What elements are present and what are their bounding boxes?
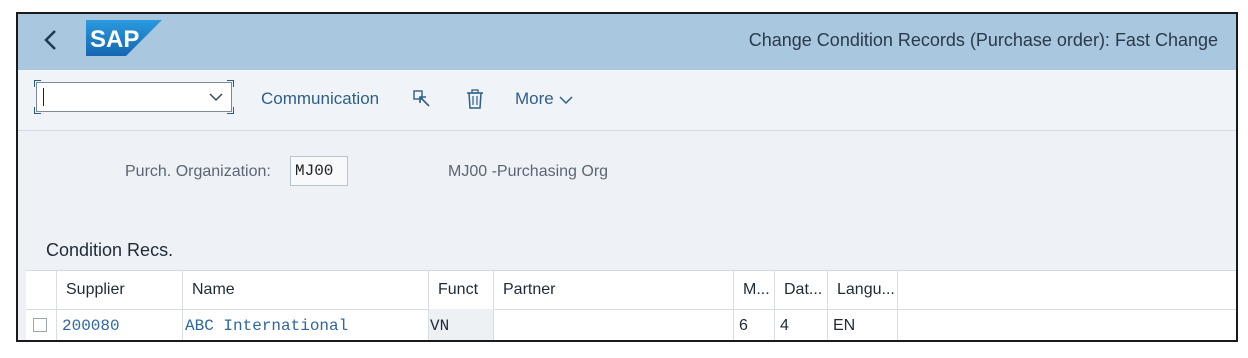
purch-org-label: Purch. Organization:: [125, 163, 271, 180]
cell-m[interactable]: 6: [734, 309, 775, 340]
command-field[interactable]: [34, 80, 234, 114]
chevron-down-icon: [559, 95, 573, 104]
cursor-select-icon[interactable]: [411, 88, 433, 110]
purch-org-field[interactable]: MJ00: [290, 156, 348, 186]
toolbar: Communication More: [18, 70, 1236, 131]
cell-dat[interactable]: 4: [775, 309, 828, 340]
svg-text:SAP: SAP: [90, 26, 139, 53]
more-label: More: [515, 89, 554, 108]
cell-funct: VN: [429, 309, 494, 340]
purch-org-description: MJ00 -Purchasing Org: [448, 163, 609, 180]
trash-icon[interactable]: [464, 88, 486, 110]
table-header: Supplier Name Funct Partner M... Dat... …: [26, 271, 1236, 310]
focus-corner: [34, 80, 41, 87]
column-header-langu[interactable]: Langu...: [828, 271, 898, 309]
section-title: Condition Recs.: [46, 240, 174, 260]
table-row[interactable]: 200080 ABC International VN 6 4 EN: [26, 309, 1236, 340]
sap-logo: SAP: [86, 20, 162, 56]
focus-corner: [34, 107, 41, 114]
cell-name[interactable]: ABC International: [183, 309, 429, 340]
column-header-supplier[interactable]: Supplier: [57, 271, 183, 309]
communication-button[interactable]: Communication: [261, 89, 379, 109]
page-title: Change Condition Records (Purchase order…: [748, 30, 1218, 50]
column-header-funct[interactable]: Funct: [429, 271, 494, 309]
shell-bar: SAP Change Condition Records (Purchase o…: [18, 14, 1236, 70]
row-selector[interactable]: [26, 309, 57, 340]
column-header-partner[interactable]: Partner: [494, 271, 734, 309]
column-header-m[interactable]: M...: [734, 271, 775, 309]
focus-corner: [227, 80, 234, 87]
column-header-name[interactable]: Name: [183, 271, 429, 309]
focus-corner: [227, 107, 234, 114]
select-all-column[interactable]: [26, 271, 57, 309]
row-checkbox[interactable]: [33, 318, 47, 332]
back-button[interactable]: [36, 27, 66, 57]
app-window: SAP Change Condition Records (Purchase o…: [16, 12, 1238, 342]
cell-langu[interactable]: EN: [828, 309, 898, 340]
cell-partner[interactable]: [494, 309, 734, 340]
condition-records-table: Supplier Name Funct Partner M... Dat... …: [26, 270, 1236, 340]
column-header-dat[interactable]: Dat...: [775, 271, 828, 309]
text-caret: [43, 88, 44, 106]
chevron-left-icon: [44, 30, 56, 50]
cell-supplier[interactable]: 200080: [57, 309, 183, 340]
more-button[interactable]: More: [515, 89, 574, 109]
chevron-down-icon[interactable]: [207, 87, 225, 107]
